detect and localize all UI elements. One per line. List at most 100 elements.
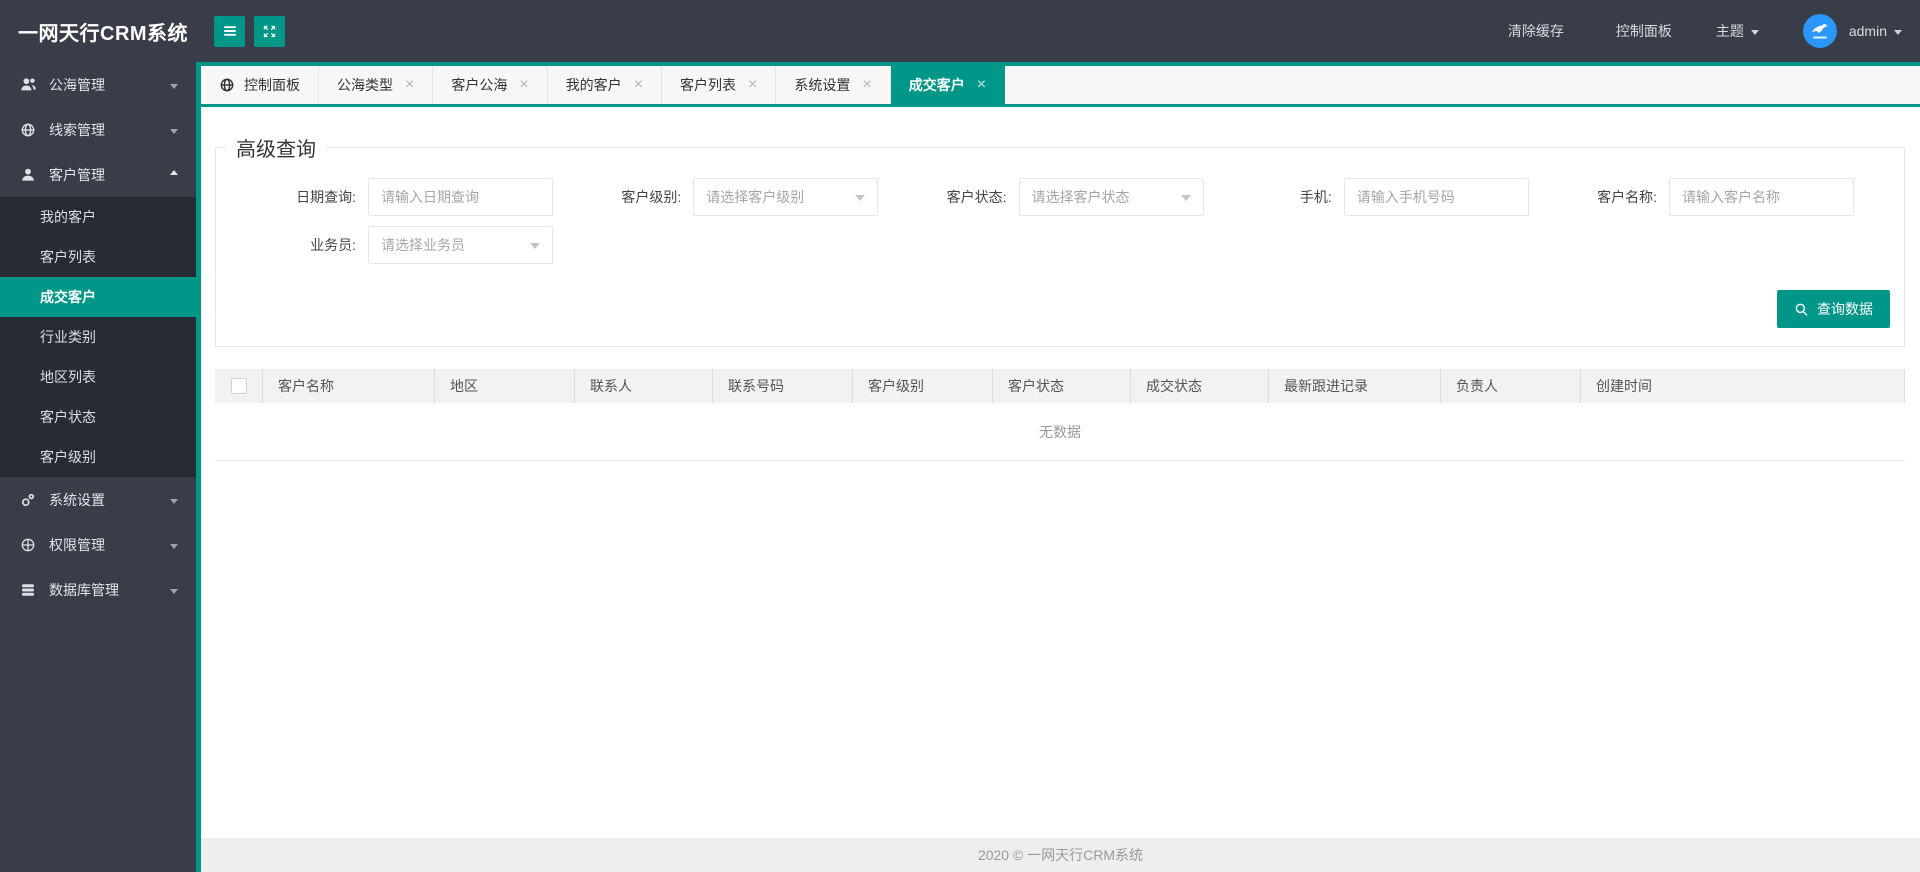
table-header-label: 客户级别 (868, 378, 924, 394)
hamburger-icon (222, 23, 238, 39)
select-all-checkbox[interactable] (230, 378, 247, 394)
chevron-down-icon (855, 195, 866, 201)
tab-system-settings[interactable]: 系统设置 × (776, 66, 891, 104)
sidebar-subitem-label: 客户列表 (40, 249, 96, 265)
tab-close-icon[interactable]: × (977, 77, 986, 93)
sidebar-submenu: 我的客户客户列表成交客户行业类别地区列表客户状态客户级别 (0, 197, 196, 477)
app-title: 一网天行CRM系统 (18, 22, 189, 45)
sidebar-item-customer-management[interactable]: 客户管理 (0, 152, 196, 197)
sidebar-subitem-customer-list[interactable]: 客户列表 (0, 237, 196, 277)
sidebar-subitem-customer-level[interactable]: 客户级别 (0, 437, 196, 477)
advanced-query-panel: 高级查询 日期查询: 客户级别: 请选择客户级别 客户状态: 请选择客户状态 手机: 客户名… (215, 133, 1905, 347)
tab-close-icon[interactable]: × (405, 77, 414, 93)
table-header-label: 负责人 (1456, 378, 1498, 394)
sidebar-item-label: 权限管理 (49, 536, 105, 553)
sidebar-subitem-label: 我的客户 (40, 209, 96, 225)
username-label: admin (1848, 23, 1887, 39)
table-header-cell: 联系号码 (713, 369, 853, 403)
tab-customer-list[interactable]: 客户列表 × (662, 66, 777, 104)
top-header: 一网天行CRM系统 清除缓存 控制面板 主题 admin (0, 0, 1920, 62)
page-content: 高级查询 日期查询: 客户级别: 请选择客户级别 客户状态: 请选择客户状态 手机: 客户名… (201, 107, 1920, 838)
sidebar-subitem-region-list[interactable]: 地区列表 (0, 357, 196, 397)
field-label: 客户状态: (946, 189, 1007, 205)
tab-deal-customers[interactable]: 成交客户 × (890, 66, 1006, 104)
sidebar-item-system-settings[interactable]: 系统设置 (0, 477, 196, 522)
sidebar-subitem-my-customers[interactable]: 我的客户 (0, 197, 196, 237)
chevron-down-icon (170, 499, 178, 504)
sidebar-subitem-deal-customers[interactable]: 成交客户 (0, 277, 196, 317)
control-panel-link[interactable]: 控制面板 (1616, 21, 1672, 41)
table-header-cell: 创建时间 (1581, 369, 1905, 403)
table-header-cell: 客户级别 (853, 369, 993, 403)
sidebar-item-permission-management[interactable]: 权限管理 (0, 522, 196, 567)
database-icon (20, 581, 38, 599)
table-header-label: 客户状态 (1008, 378, 1064, 394)
customer-name-input[interactable] (1669, 178, 1854, 216)
table-header-label: 地区 (450, 378, 478, 394)
field-salesman: 业务员: 请选择业务员 (246, 226, 553, 264)
chevron-down-icon (1180, 195, 1191, 201)
sidebar-item-leads-management[interactable]: 线索管理 (0, 107, 196, 152)
query-form-row-1: 日期查询: 客户级别: 请选择客户级别 客户状态: 请选择客户状态 手机: 客户名称: (216, 178, 1904, 216)
fullscreen-button[interactable] (254, 15, 285, 47)
mobile-input[interactable] (1343, 178, 1529, 216)
collapse-menu-button[interactable] (214, 15, 245, 47)
sidebar-subitem-customer-status[interactable]: 客户状态 (0, 397, 196, 437)
table-header-cell: 成交状态 (1131, 369, 1269, 403)
chevron-up-icon (170, 170, 178, 175)
avatar[interactable] (1802, 14, 1837, 48)
chevron-down-icon (170, 84, 178, 89)
customers-table: 客户名称 地区 联系人 联系号码 客户级别 客户状态 成交状态 最新跟进记录 负责人 创建时间 无… (215, 369, 1905, 461)
users-icon (20, 76, 38, 94)
tab-customer-pool[interactable]: 客户公海 × (433, 66, 548, 104)
date-query-input[interactable] (368, 178, 553, 216)
permission-icon (20, 536, 38, 554)
chevron-down-icon (170, 129, 178, 134)
tab-close-icon[interactable]: × (519, 77, 528, 93)
chevron-down-icon (1894, 29, 1902, 35)
search-icon (1794, 302, 1809, 317)
sidebar-subitem-label: 客户状态 (40, 409, 96, 425)
table-header-cell: 客户名称 (263, 369, 435, 403)
tab-pool-type[interactable]: 公海类型 × (319, 66, 434, 104)
sidebar-item-label: 数据库管理 (49, 581, 119, 598)
table-header-label: 联系人 (590, 378, 632, 394)
app-shell: 公海管理 线索管理 客户管理 我的客户 客户列表 成交客户 行业类别 地区列表 客户状态 客户级别… (0, 62, 1920, 872)
select-placeholder: 请选择客户级别 (706, 189, 805, 205)
globe-icon (20, 121, 38, 139)
sidebar-subitem-industry-category[interactable]: 行业类别 (0, 317, 196, 357)
chevron-down-icon (1750, 29, 1759, 35)
tab-close-icon[interactable]: × (748, 77, 757, 93)
select-placeholder: 请选择业务员 (381, 237, 465, 253)
tab-bar: 控制面板 公海类型 × 客户公海 × 我的客户 × 客户列表 × 系统设置 × 成交客户 × (201, 62, 1920, 107)
theme-dropdown[interactable]: 主题 (1716, 21, 1759, 41)
clear-cache-button[interactable]: 清除缓存 (1508, 21, 1564, 41)
field-mobile: 手机: (1222, 178, 1529, 216)
sidebar-item-database-management[interactable]: 数据库管理 (0, 567, 196, 612)
tab-close-icon[interactable]: × (862, 77, 871, 93)
tab-control-panel[interactable]: 控制面板 (201, 66, 319, 104)
sidebar-subitem-label: 行业类别 (40, 329, 96, 345)
sidebar-subitem-label: 地区列表 (40, 369, 96, 385)
customer-level-select[interactable]: 请选择客户级别 (693, 178, 879, 216)
main-area: 控制面板 公海类型 × 客户公海 × 我的客户 × 客户列表 × 系统设置 × 成交客户 × 高级查询 … (201, 62, 1920, 872)
field-label: 手机: (1299, 189, 1332, 205)
sidebar-subitem-label: 客户级别 (40, 449, 96, 465)
tab-label: 成交客户 (908, 77, 965, 93)
customer-status-select[interactable]: 请选择客户状态 (1018, 178, 1204, 216)
select-all-cell (215, 369, 263, 403)
sidebar: 公海管理线索管理客户管理我的客户客户列表成交客户行业类别地区列表客户状态客户级别… (0, 62, 196, 872)
tab-label: 公海类型 (337, 77, 393, 93)
user-dropdown[interactable]: admin (1849, 23, 1902, 39)
query-data-button[interactable]: 查询数据 (1777, 290, 1890, 328)
tab-my-customers[interactable]: 我的客户 × (548, 66, 663, 104)
sidebar-item-label: 线索管理 (49, 121, 105, 138)
chevron-down-icon (170, 544, 178, 549)
salesman-select[interactable]: 请选择业务员 (368, 226, 553, 264)
sidebar-item-label: 系统设置 (49, 491, 105, 508)
theme-label: 主题 (1715, 23, 1744, 39)
query-legend: 高级查询 (236, 139, 316, 161)
tab-close-icon[interactable]: × (634, 77, 643, 93)
sidebar-item-pool-management[interactable]: 公海管理 (0, 62, 196, 107)
sidebar-item-label: 客户管理 (49, 166, 105, 183)
